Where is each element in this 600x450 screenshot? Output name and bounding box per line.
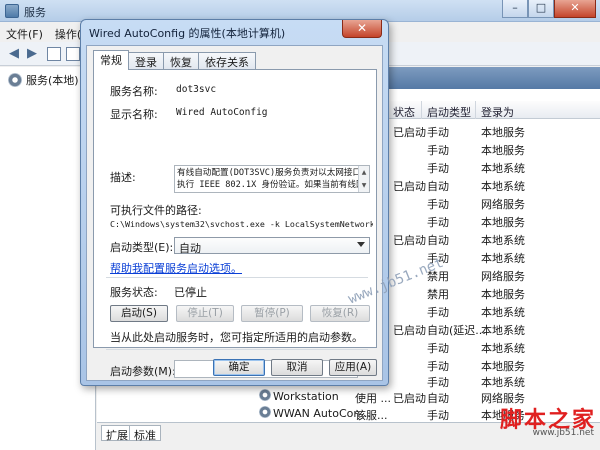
resume-button[interactable]: 恢复(R) (310, 305, 370, 322)
description-scrollbar[interactable]: ▲ ▼ (358, 166, 369, 192)
divider (106, 349, 368, 350)
service-name-label: 服务名称: (110, 85, 158, 98)
services-title: 服务 (24, 6, 46, 19)
start-button[interactable]: 启动(S) (110, 305, 168, 322)
menu-file[interactable]: 文件(F) (0, 23, 49, 41)
tab-standard[interactable]: 标准 (129, 425, 161, 442)
ok-button[interactable]: 确定 (213, 359, 265, 376)
gear-icon (8, 73, 22, 87)
tab-dependencies[interactable]: 依存关系 (198, 52, 256, 69)
service-status-value: 已停止 (174, 286, 207, 299)
divider (106, 277, 368, 278)
description-text: 有线自动配置(DOT3SVC)服务负责对以太网接口 执行 IEEE 802.1X… (177, 168, 365, 190)
col-logon-as[interactable]: 登录为 (481, 104, 514, 120)
close-icon[interactable]: ✕ (342, 20, 382, 38)
dialog-tabs: 常规 登录 恢复 依存关系 (93, 50, 256, 70)
tree-item-label: 服务(本地) (26, 74, 79, 87)
maximize-icon[interactable]: □ (528, 0, 554, 18)
window-controls: – □ ✕ (502, 0, 596, 18)
chevron-down-icon (357, 242, 365, 247)
tab-recovery[interactable]: 恢复 (163, 52, 199, 69)
watermark-url: www.jb51.net (532, 428, 594, 438)
minimize-icon[interactable]: – (502, 0, 528, 18)
services-app-icon (5, 4, 19, 18)
properties-icon[interactable] (66, 47, 80, 61)
description-box[interactable]: 有线自动配置(DOT3SVC)服务负责对以太网接口 执行 IEEE 802.1X… (174, 165, 370, 193)
apply-button[interactable]: 应用(A) (329, 359, 377, 376)
start-params-label: 启动参数(M): (110, 365, 176, 378)
startup-type-label: 启动类型(E): (110, 241, 174, 254)
startup-type-select[interactable]: 自动 (174, 237, 370, 255)
tab-general[interactable]: 常规 (93, 50, 129, 70)
startup-type-value: 自动 (179, 242, 201, 255)
start-params-hint: 当从此处启动服务时，您可指定所适用的启动参数。 (110, 331, 363, 344)
close-icon[interactable]: ✕ (554, 0, 596, 18)
stop-button[interactable]: 停止(T) (176, 305, 234, 322)
help-startup-link[interactable]: 帮助我配置服务启动选项。 (110, 260, 242, 276)
description-label: 描述: (110, 171, 136, 184)
back-arrow-icon[interactable]: ◀ (6, 46, 22, 62)
dialog-title: Wired AutoConfig 的属性(本地计算机) (89, 27, 286, 40)
tree-item-services-local[interactable]: 服务(本地) (8, 72, 79, 88)
gear-icon (259, 406, 271, 418)
gear-icon (259, 389, 271, 401)
exe-path-value: C:\Windows\system32\svchost.exe -k Local… (110, 219, 373, 229)
tab-logon[interactable]: 登录 (128, 52, 164, 69)
pause-button[interactable]: 暂停(P) (241, 305, 303, 322)
display-name-value: Wired AutoConfig (176, 107, 268, 118)
display-name-label: 显示名称: (110, 108, 158, 121)
exe-path-label: 可执行文件的路径: (110, 204, 202, 217)
col-startup-type[interactable]: 启动类型 (427, 104, 471, 120)
console-tree-icon[interactable] (47, 47, 61, 61)
cancel-button[interactable]: 取消 (271, 359, 323, 376)
general-tab-pane: 服务名称: dot3svc 显示名称: Wired AutoConfig 描述:… (93, 69, 446, 378)
service-name-value: dot3svc (176, 84, 217, 95)
forward-arrow-icon[interactable]: ▶ (24, 46, 40, 62)
dialog-body: 常规 登录 恢复 依存关系 服务名称: dot3svc 显示名称: Wired … (86, 45, 446, 381)
service-status-label: 服务状态: (110, 286, 158, 299)
col-status[interactable]: 状态 (393, 104, 415, 120)
properties-dialog: Wired AutoConfig 的属性(本地计算机) ✕ 常规 登录 恢复 依… (80, 19, 446, 386)
